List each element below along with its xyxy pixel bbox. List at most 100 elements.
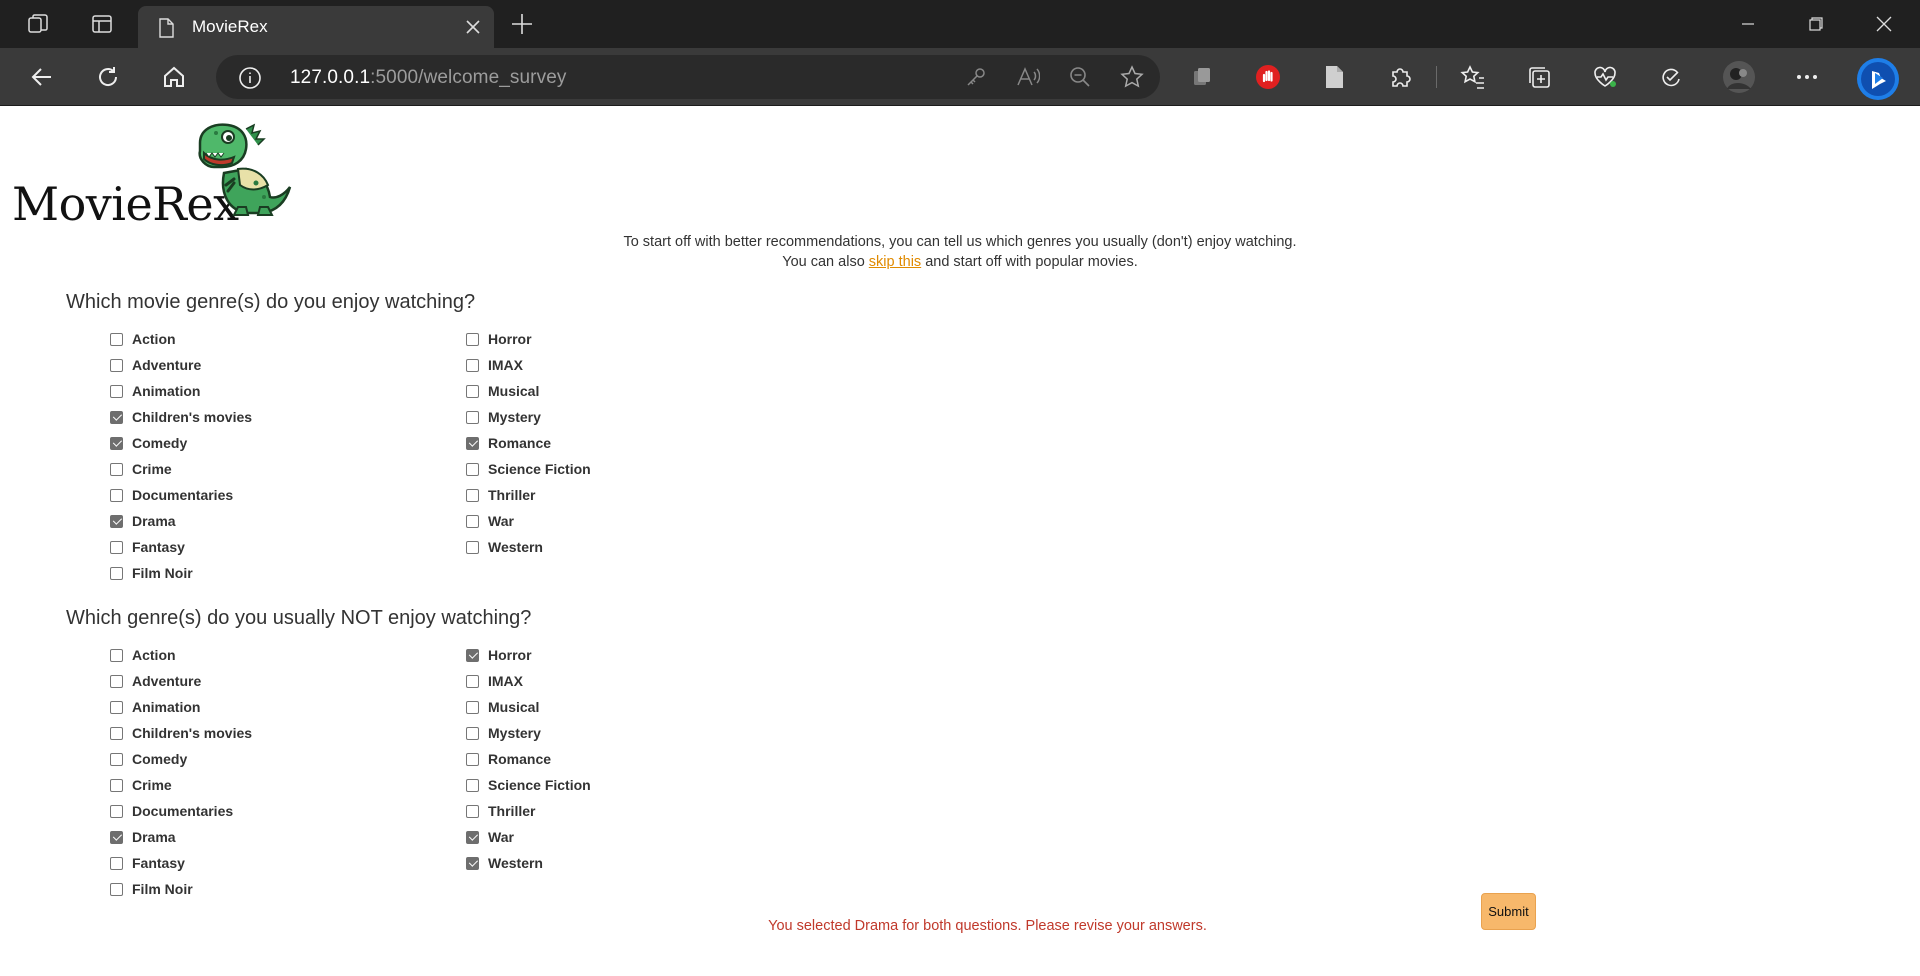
dislike-option-imax[interactable]: IMAX (466, 671, 523, 691)
enjoy-option-thriller[interactable]: Thriller (466, 485, 535, 505)
reload-icon[interactable] (92, 61, 124, 93)
dislike-option-mystery[interactable]: Mystery (466, 723, 541, 743)
dislike-checkbox-action[interactable] (110, 648, 123, 662)
enjoy-checkbox-drama[interactable] (110, 514, 123, 528)
enjoy-option-war[interactable]: War (466, 511, 514, 531)
collections-icon[interactable] (1525, 63, 1553, 91)
dislike-checkbox-film-noir[interactable] (110, 882, 123, 896)
favorite-star-icon[interactable] (1120, 65, 1144, 89)
dislike-option-western[interactable]: Western (466, 853, 543, 873)
dislike-option-film-noir[interactable]: Film Noir (110, 879, 193, 899)
enjoy-option-imax[interactable]: IMAX (466, 355, 523, 375)
close-tab-icon[interactable] (462, 16, 484, 38)
dislike-checkbox-musical[interactable] (466, 700, 479, 714)
dislike-checkbox-romance[interactable] (466, 752, 479, 766)
dislike-checkbox-drama[interactable] (110, 830, 123, 844)
dislike-option-crime[interactable]: Crime (110, 775, 172, 795)
more-options-icon[interactable] (1793, 63, 1821, 91)
dislike-option-children-s-movies[interactable]: Children's movies (110, 723, 252, 743)
enjoy-checkbox-adventure[interactable] (110, 358, 123, 372)
enjoy-checkbox-children-s-movies[interactable] (110, 410, 123, 424)
enjoy-option-adventure[interactable]: Adventure (110, 355, 201, 375)
profile-avatar[interactable] (1723, 61, 1755, 93)
enjoy-option-crime[interactable]: Crime (110, 459, 172, 479)
dislike-checkbox-adventure[interactable] (110, 674, 123, 688)
dislike-checkbox-western[interactable] (466, 856, 479, 870)
skip-survey-link[interactable]: skip this (869, 254, 921, 270)
minimize-icon[interactable] (1716, 0, 1780, 48)
enjoy-option-documentaries[interactable]: Documentaries (110, 485, 233, 505)
home-icon[interactable] (158, 61, 190, 93)
browser-essentials-icon[interactable] (1591, 63, 1619, 91)
enjoy-checkbox-musical[interactable] (466, 384, 479, 398)
dislike-option-musical[interactable]: Musical (466, 697, 539, 717)
enjoy-option-western[interactable]: Western (466, 537, 543, 557)
dislike-checkbox-thriller[interactable] (466, 804, 479, 818)
dislike-option-action[interactable]: Action (110, 645, 176, 665)
enjoy-option-fantasy[interactable]: Fantasy (110, 537, 185, 557)
performance-icon[interactable] (1657, 63, 1685, 91)
dislike-checkbox-comedy[interactable] (110, 752, 123, 766)
extension-copy-icon[interactable] (1188, 63, 1216, 91)
dislike-option-adventure[interactable]: Adventure (110, 671, 201, 691)
dislike-option-animation[interactable]: Animation (110, 697, 200, 717)
enjoy-checkbox-imax[interactable] (466, 358, 479, 372)
bing-copilot-icon[interactable] (1856, 57, 1900, 101)
dislike-option-science-fiction[interactable]: Science Fiction (466, 775, 591, 795)
enjoy-option-comedy[interactable]: Comedy (110, 433, 187, 453)
dislike-checkbox-animation[interactable] (110, 700, 123, 714)
extensions-puzzle-icon[interactable] (1386, 63, 1414, 91)
favorites-icon[interactable] (1459, 63, 1487, 91)
close-window-icon[interactable] (1852, 0, 1916, 48)
restore-icon[interactable] (1784, 0, 1848, 48)
key-icon[interactable] (964, 65, 988, 89)
dislike-option-drama[interactable]: Drama (110, 827, 176, 847)
enjoy-option-horror[interactable]: Horror (466, 329, 532, 349)
dislike-checkbox-documentaries[interactable] (110, 804, 123, 818)
zoom-out-icon[interactable] (1068, 65, 1092, 89)
read-aloud-icon[interactable] (1016, 65, 1040, 89)
dislike-checkbox-fantasy[interactable] (110, 856, 123, 870)
dislike-checkbox-crime[interactable] (110, 778, 123, 792)
dislike-checkbox-mystery[interactable] (466, 726, 479, 740)
vertical-tabs-icon[interactable] (88, 10, 116, 38)
dislike-option-fantasy[interactable]: Fantasy (110, 853, 185, 873)
enjoy-checkbox-war[interactable] (466, 514, 479, 528)
dislike-option-war[interactable]: War (466, 827, 514, 847)
dislike-checkbox-horror[interactable] (466, 648, 479, 662)
dislike-checkbox-imax[interactable] (466, 674, 479, 688)
enjoy-option-children-s-movies[interactable]: Children's movies (110, 407, 252, 427)
back-icon[interactable] (26, 61, 58, 93)
dislike-checkbox-children-s-movies[interactable] (110, 726, 123, 740)
enjoy-checkbox-crime[interactable] (110, 462, 123, 476)
enjoy-option-romance[interactable]: Romance (466, 433, 551, 453)
enjoy-option-mystery[interactable]: Mystery (466, 407, 541, 427)
enjoy-option-drama[interactable]: Drama (110, 511, 176, 531)
dislike-option-comedy[interactable]: Comedy (110, 749, 187, 769)
site-info-icon[interactable] (238, 66, 262, 95)
enjoy-checkbox-mystery[interactable] (466, 410, 479, 424)
url-text[interactable]: 127.0.0.1:5000/welcome_survey (290, 67, 566, 89)
dislike-option-thriller[interactable]: Thriller (466, 801, 535, 821)
enjoy-checkbox-fantasy[interactable] (110, 540, 123, 554)
enjoy-checkbox-horror[interactable] (466, 332, 479, 346)
enjoy-option-animation[interactable]: Animation (110, 381, 200, 401)
dislike-option-horror[interactable]: Horror (466, 645, 532, 665)
enjoy-checkbox-film-noir[interactable] (110, 566, 123, 580)
enjoy-checkbox-comedy[interactable] (110, 436, 123, 450)
dislike-option-documentaries[interactable]: Documentaries (110, 801, 233, 821)
dislike-checkbox-science-fiction[interactable] (466, 778, 479, 792)
enjoy-checkbox-science-fiction[interactable] (466, 462, 479, 476)
submit-button[interactable]: Submit (1481, 893, 1536, 930)
enjoy-checkbox-documentaries[interactable] (110, 488, 123, 502)
address-bar[interactable]: 127.0.0.1:5000/welcome_survey (216, 55, 1160, 99)
enjoy-checkbox-action[interactable] (110, 332, 123, 346)
tab-movierex[interactable]: MovieRex (138, 6, 494, 48)
enjoy-option-musical[interactable]: Musical (466, 381, 539, 401)
extension-stop-hand-icon[interactable] (1254, 63, 1282, 91)
dislike-option-romance[interactable]: Romance (466, 749, 551, 769)
enjoy-checkbox-animation[interactable] (110, 384, 123, 398)
enjoy-checkbox-thriller[interactable] (466, 488, 479, 502)
movierex-logo[interactable]: MovieRex (12, 117, 312, 231)
workspaces-icon[interactable] (24, 10, 52, 38)
